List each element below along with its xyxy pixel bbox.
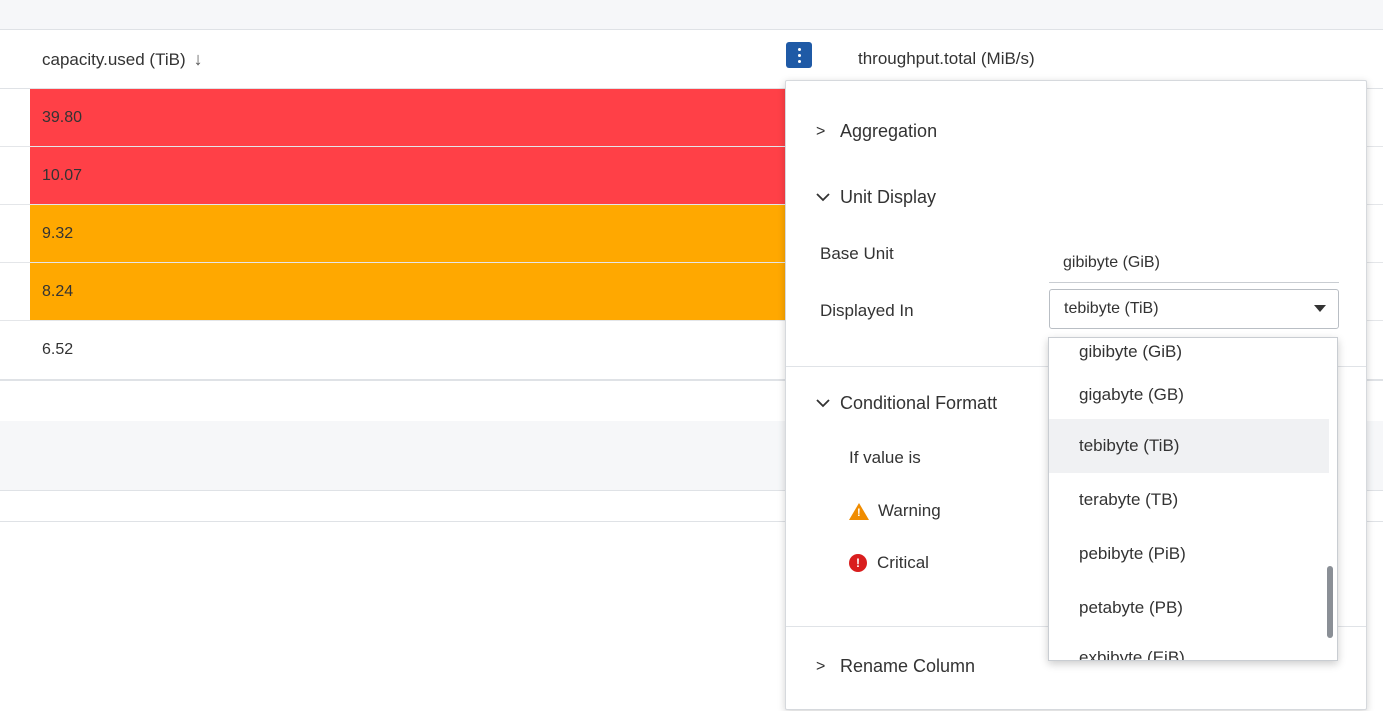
top-toolbar — [0, 0, 1383, 30]
section-title: Unit Display — [840, 187, 937, 207]
table-cell: 8.24 — [30, 263, 790, 320]
dropdown-option-pebibyte[interactable]: pebibyte (PiB) — [1049, 527, 1329, 581]
scrollbar-thumb[interactable] — [1327, 566, 1333, 638]
section-conditional-formatting[interactable]: Conditional Formatt — [816, 393, 997, 414]
unit-dropdown-list[interactable]: gibibyte (GiB) gigabyte (GB) tebibyte (T… — [1048, 337, 1338, 661]
chevron-down-icon — [816, 395, 840, 413]
table-cell: 10.07 — [30, 147, 790, 204]
section-title: Rename Column — [840, 656, 976, 676]
warning-row: Warning — [849, 501, 941, 521]
caret-down-icon — [1314, 305, 1326, 312]
dropdown-option-petabyte[interactable]: petabyte (PB) — [1049, 581, 1329, 635]
table-cell: 9.32 — [30, 205, 790, 262]
section-title: Aggregation — [840, 121, 938, 141]
base-unit-label: Base Unit — [820, 244, 894, 263]
column-header-capacity-used[interactable]: capacity.used (TiB) ↓ — [42, 49, 203, 70]
table-cell: 39.80 — [30, 89, 790, 146]
column-menu-button[interactable] — [786, 42, 812, 68]
critical-label: Critical — [877, 553, 929, 572]
warning-icon — [849, 502, 869, 520]
column-title: capacity.used (TiB) — [42, 49, 186, 69]
displayed-in-select[interactable]: tebibyte (TiB) — [1049, 289, 1339, 329]
critical-row: ! Critical — [849, 553, 929, 573]
arrow-down-icon[interactable]: ↓ — [194, 49, 203, 70]
chevron-right-icon: > — [816, 122, 826, 140]
column-header-throughput-total[interactable]: throughput.total (MiB/s) — [858, 49, 1035, 69]
warning-label: Warning — [878, 501, 941, 520]
if-value-label: If value is — [849, 448, 921, 467]
section-title: Conditional Formatt — [840, 393, 998, 413]
kebab-dot-icon — [797, 53, 801, 57]
table-cell: 6.52 — [42, 340, 74, 358]
base-unit-value: gibibyte (GiB) — [1049, 253, 1339, 283]
section-unit-display[interactable]: Unit Display — [816, 187, 936, 208]
dropdown-option-terabyte[interactable]: terabyte (TB) — [1049, 473, 1329, 527]
column-title: throughput.total (MiB/s) — [858, 49, 1035, 68]
chevron-down-icon — [816, 189, 840, 207]
kebab-dot-icon — [797, 59, 801, 63]
select-value: tebibyte (TiB) — [1064, 300, 1159, 317]
chevron-right-icon: > — [816, 657, 826, 675]
dropdown-option-gigabyte[interactable]: gigabyte (GB) — [1049, 368, 1329, 422]
section-rename-column[interactable]: > Rename Column — [816, 656, 975, 677]
dropdown-option-tebibyte[interactable]: tebibyte (TiB) — [1049, 419, 1329, 473]
displayed-in-label: Displayed In — [820, 301, 914, 320]
critical-icon: ! — [849, 554, 867, 572]
section-aggregation[interactable]: > Aggregation — [816, 121, 937, 142]
kebab-dot-icon — [797, 47, 801, 51]
dropdown-option-exbibyte[interactable]: exbibyte (EiB) — [1049, 631, 1329, 660]
